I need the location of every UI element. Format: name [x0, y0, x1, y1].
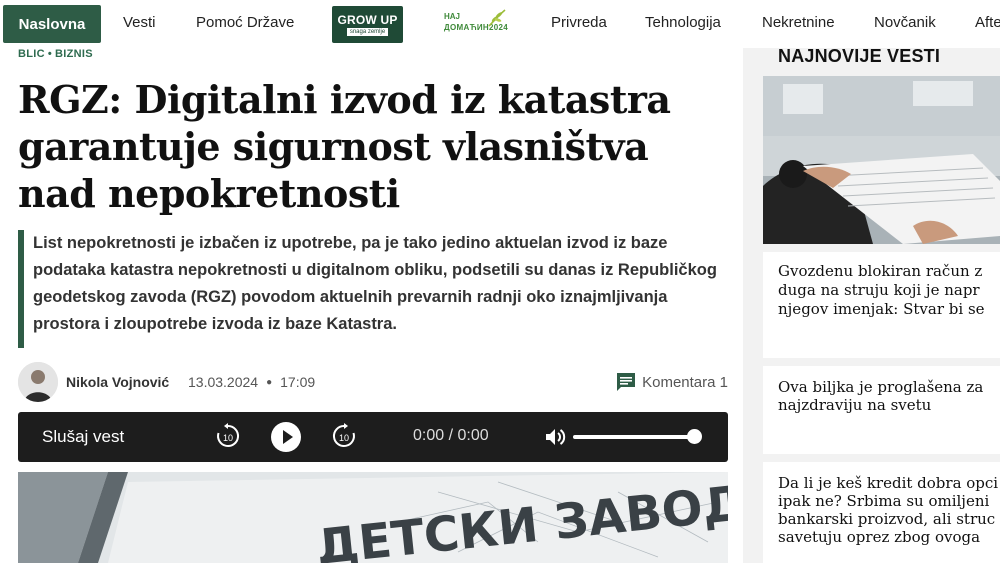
volume-slider-track[interactable] — [573, 435, 695, 439]
nav-link-tehnologija[interactable]: Tehnologija — [645, 14, 721, 31]
breadcrumb-biznis[interactable]: BIZNIS — [55, 48, 93, 60]
sidebar-news-item[interactable]: Gvozdenu blokiran račun z duga na struju… — [763, 252, 1000, 358]
svg-text:10: 10 — [339, 433, 349, 443]
author-name[interactable]: Nikola Vojnović — [66, 374, 169, 390]
article-title: RGZ: Digitalni izvod iz katastra garantu… — [18, 77, 671, 216]
sidebar-news-line: savetuju oprez zbog ovoga — [778, 528, 981, 546]
volume-slider-handle[interactable] — [687, 429, 702, 444]
rewind-10-icon[interactable]: 10 — [215, 423, 241, 449]
nav-link-afte[interactable]: Afte — [975, 14, 1000, 31]
volume-icon[interactable] — [545, 427, 567, 447]
meta-separator: ● — [266, 377, 273, 388]
publish-time: 17:09 — [280, 374, 316, 390]
sidebar-news-line: Da li je keš kredit dobra opci — [778, 474, 999, 492]
sidebar-heading: NAJNOVIJE VESTI — [778, 46, 941, 66]
sidebar-news-item[interactable]: Da li je keš kredit dobra opci ipak ne? … — [763, 462, 1000, 563]
sidebar-news-line: ipak ne? Srbima su omiljeni — [778, 492, 990, 510]
nav-link-privreda[interactable]: Privreda — [551, 14, 607, 31]
comments-link[interactable]: Komentara 1 — [616, 372, 728, 392]
player-label: Slušaj vest — [42, 427, 125, 446]
sidebar-news-line: Gvozdenu blokiran račun z — [778, 262, 983, 280]
growup-logo-link[interactable]: GROW UP snaga zemlje — [332, 6, 403, 43]
breadcrumb-separator: • — [47, 48, 53, 60]
play-button[interactable] — [271, 422, 301, 452]
author-row: Nikola Vojnović 13.03.2024 ● 17:09 Komenta… — [18, 362, 728, 402]
author-avatar[interactable] — [18, 362, 58, 402]
svg-text:10: 10 — [223, 433, 233, 443]
growup-subtitle: snaga zemlje — [346, 27, 389, 36]
breadcrumb: BLIC • BIZNIS — [18, 48, 93, 60]
publish-meta: 13.03.2024 ● 17:09 — [188, 374, 315, 390]
sidebar-news-line: duga na struju koji je napr — [778, 281, 980, 299]
nav-home-button[interactable]: Naslovna — [3, 5, 101, 43]
play-icon — [283, 430, 293, 444]
article-lead: List nepokretnosti je izbačen iz upotreb… — [18, 230, 728, 348]
top-navigation: Naslovna Vesti Pomoć Države GROW UP snag… — [0, 0, 1000, 48]
comment-icon — [617, 373, 636, 391]
wheat-icon — [488, 9, 506, 27]
breadcrumb-blic[interactable]: BLIC — [18, 48, 45, 60]
publish-date: 13.03.2024 — [188, 374, 259, 390]
nav-link-nekretnine[interactable]: Nekretnine — [762, 14, 835, 31]
nav-link-novcanik[interactable]: Novčanik — [874, 14, 936, 31]
sidebar-news-line: njegov imenjak: Stvar bi se — [778, 300, 985, 318]
najdomacije-logo-link[interactable]: НАЈ ДОМАЋИН2024 — [444, 9, 510, 38]
sidebar-news-line: Ova biljka je proglašena za — [778, 378, 984, 396]
sidebar-news-line: najzdraviju na svetu — [778, 396, 932, 414]
najdomacije-top: НАЈ — [444, 12, 461, 21]
player-time: 0:00 / 0:00 — [413, 427, 489, 444]
sidebar-news-line: bankarski proizvod, ali struc — [778, 510, 996, 528]
sidebar-featured-image[interactable] — [763, 76, 1000, 244]
article-hero-image: ДЕТСКИ ЗАВОД — [18, 472, 728, 563]
nav-link-vesti[interactable]: Vesti — [123, 14, 156, 31]
nav-link-pomoc-drzave[interactable]: Pomoć Države — [196, 14, 294, 31]
sidebar-news-item[interactable]: Ova biljka je proglašena za najzdraviju … — [763, 366, 1000, 454]
audio-player: Slušaj vest 10 10 0:00 / 0:00 — [18, 412, 728, 462]
forward-10-icon[interactable]: 10 — [331, 423, 357, 449]
growup-title: GROW UP — [337, 12, 398, 27]
comments-label: Komentara 1 — [642, 373, 728, 391]
